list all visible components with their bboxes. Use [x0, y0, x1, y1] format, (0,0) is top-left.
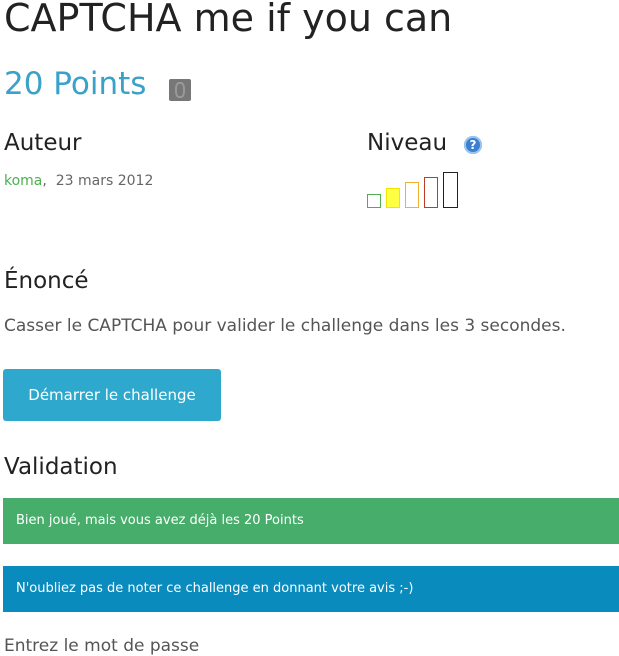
level-bar-3 — [405, 182, 419, 208]
author-info: koma, 23 mars 2012 — [4, 173, 153, 189]
medal-icon — [169, 79, 191, 101]
publish-date: 23 mars 2012 — [55, 173, 154, 189]
question-icon[interactable]: ? — [464, 136, 482, 154]
password-prompt-text: Entrez le mot de passe — [4, 636, 200, 656]
statement-text: Casser le CAPTCHA pour valider le challe… — [4, 316, 566, 336]
level-heading: Niveau — [367, 130, 448, 156]
level-bar-5 — [443, 172, 458, 208]
level-bar-1 — [367, 194, 381, 208]
difficulty-level-indicator — [367, 170, 462, 210]
statement-heading: Énoncé — [4, 268, 89, 294]
start-challenge-button[interactable]: Démarrer le challenge — [3, 369, 221, 421]
level-bar-4 — [424, 177, 438, 208]
challenge-title: CAPTCHA me if you can — [4, 0, 453, 40]
info-alert: N'oubliez pas de noter ce challenge en d… — [3, 566, 619, 612]
author-link[interactable]: koma — [4, 173, 42, 189]
author-separator: , — [42, 173, 47, 189]
success-alert: Bien joué, mais vous avez déjà les 20 Po… — [3, 498, 619, 544]
validation-heading: Validation — [4, 454, 118, 480]
author-heading: Auteur — [4, 130, 82, 156]
challenge-points: 20 Points — [4, 66, 147, 102]
level-bar-2 — [386, 188, 400, 208]
